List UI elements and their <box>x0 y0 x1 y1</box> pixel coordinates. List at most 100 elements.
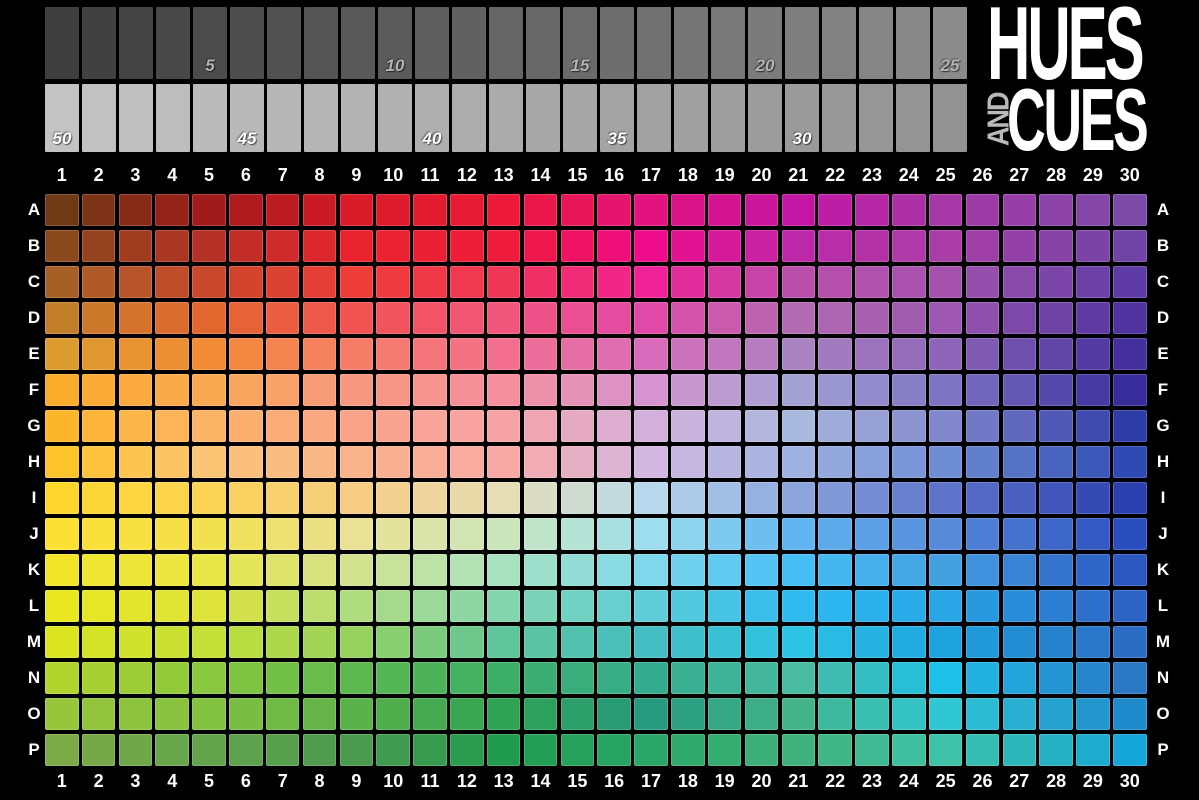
score-track-cell[interactable] <box>378 84 412 152</box>
board-cell[interactable] <box>192 410 226 442</box>
board-cell[interactable] <box>966 230 1000 262</box>
board-cell[interactable] <box>1076 194 1110 226</box>
score-track-cell[interactable] <box>896 84 930 152</box>
board-cell[interactable] <box>45 194 79 226</box>
board-cell[interactable] <box>1076 338 1110 370</box>
board-cell[interactable] <box>1039 266 1073 298</box>
board-cell[interactable] <box>1039 410 1073 442</box>
board-cell[interactable] <box>155 662 189 694</box>
board-cell[interactable] <box>1076 374 1110 406</box>
board-cell[interactable] <box>487 302 521 334</box>
board-cell[interactable] <box>413 338 447 370</box>
board-cell[interactable] <box>1003 374 1037 406</box>
board-cell[interactable] <box>229 554 263 586</box>
board-cell[interactable] <box>708 266 742 298</box>
score-track-cell[interactable] <box>637 84 671 152</box>
board-cell[interactable] <box>119 482 153 514</box>
board-cell[interactable] <box>1113 518 1147 550</box>
board-cell[interactable] <box>671 374 705 406</box>
board-cell[interactable] <box>634 626 668 658</box>
board-cell[interactable] <box>708 194 742 226</box>
score-track-cell[interactable]: 35 <box>600 84 634 152</box>
board-cell[interactable] <box>561 698 595 730</box>
score-track-cell[interactable] <box>859 7 893 79</box>
board-cell[interactable] <box>855 230 889 262</box>
board-cell[interactable] <box>524 266 558 298</box>
board-cell[interactable] <box>671 554 705 586</box>
board-cell[interactable] <box>1003 590 1037 622</box>
score-track-cell[interactable] <box>304 7 338 79</box>
board-cell[interactable] <box>82 518 116 550</box>
board-cell[interactable] <box>745 374 779 406</box>
board-cell[interactable] <box>818 554 852 586</box>
board-cell[interactable] <box>708 374 742 406</box>
score-track-cell[interactable] <box>785 7 819 79</box>
board-cell[interactable] <box>818 734 852 766</box>
board-cell[interactable] <box>524 698 558 730</box>
board-cell[interactable] <box>229 194 263 226</box>
board-cell[interactable] <box>597 266 631 298</box>
board-cell[interactable] <box>340 518 374 550</box>
board-cell[interactable] <box>487 734 521 766</box>
board-cell[interactable] <box>376 482 410 514</box>
board-cell[interactable] <box>597 590 631 622</box>
board-cell[interactable] <box>119 374 153 406</box>
board-cell[interactable] <box>487 590 521 622</box>
board-cell[interactable] <box>855 554 889 586</box>
board-cell[interactable] <box>892 230 926 262</box>
board-cell[interactable] <box>1113 230 1147 262</box>
board-cell[interactable] <box>1076 302 1110 334</box>
board-cell[interactable] <box>966 626 1000 658</box>
board-cell[interactable] <box>155 698 189 730</box>
board-cell[interactable] <box>487 698 521 730</box>
board-cell[interactable] <box>929 554 963 586</box>
score-track-cell[interactable] <box>341 84 375 152</box>
board-cell[interactable] <box>450 446 484 478</box>
score-track-cell[interactable] <box>526 84 560 152</box>
board-cell[interactable] <box>1076 446 1110 478</box>
board-cell[interactable] <box>119 554 153 586</box>
score-track-cell[interactable] <box>341 7 375 79</box>
board-cell[interactable] <box>487 662 521 694</box>
board-cell[interactable] <box>450 482 484 514</box>
board-cell[interactable] <box>782 482 816 514</box>
board-cell[interactable] <box>155 410 189 442</box>
board-cell[interactable] <box>1039 374 1073 406</box>
board-cell[interactable] <box>303 302 337 334</box>
board-cell[interactable] <box>1113 410 1147 442</box>
board-cell[interactable] <box>561 662 595 694</box>
board-cell[interactable] <box>119 662 153 694</box>
board-cell[interactable] <box>1113 302 1147 334</box>
board-cell[interactable] <box>450 302 484 334</box>
board-cell[interactable] <box>782 374 816 406</box>
board-cell[interactable] <box>155 590 189 622</box>
board-cell[interactable] <box>1113 482 1147 514</box>
board-cell[interactable] <box>303 194 337 226</box>
board-cell[interactable] <box>966 302 1000 334</box>
board-cell[interactable] <box>671 518 705 550</box>
board-cell[interactable] <box>634 194 668 226</box>
score-track-cell[interactable] <box>230 7 264 79</box>
score-track-cell[interactable] <box>82 84 116 152</box>
board-cell[interactable] <box>45 626 79 658</box>
board-cell[interactable] <box>745 482 779 514</box>
board-cell[interactable] <box>818 482 852 514</box>
board-cell[interactable] <box>450 698 484 730</box>
score-track-cell[interactable] <box>489 84 523 152</box>
board-cell[interactable] <box>192 482 226 514</box>
board-cell[interactable] <box>1039 230 1073 262</box>
board-cell[interactable] <box>413 734 447 766</box>
board-cell[interactable] <box>82 554 116 586</box>
board-cell[interactable] <box>966 374 1000 406</box>
board-cell[interactable] <box>1113 662 1147 694</box>
board-cell[interactable] <box>413 230 447 262</box>
score-track-cell[interactable]: 10 <box>378 7 412 79</box>
board-cell[interactable] <box>1113 698 1147 730</box>
board-cell[interactable] <box>45 554 79 586</box>
board-cell[interactable] <box>340 338 374 370</box>
board-cell[interactable] <box>1113 266 1147 298</box>
score-track-cell[interactable]: 5 <box>193 7 227 79</box>
board-cell[interactable] <box>818 662 852 694</box>
board-cell[interactable] <box>376 734 410 766</box>
board-cell[interactable] <box>855 338 889 370</box>
